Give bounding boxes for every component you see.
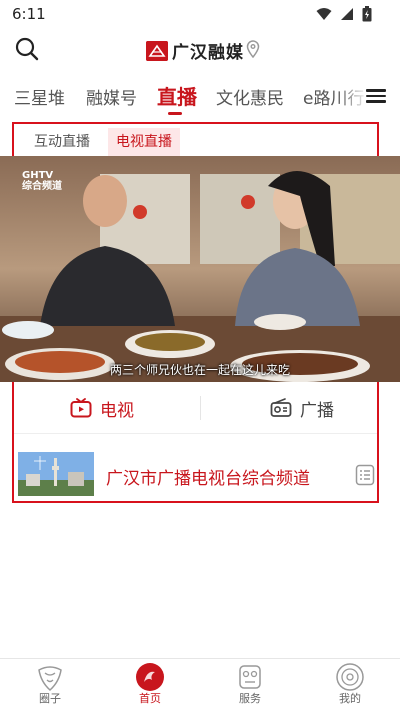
switch-divider (200, 396, 201, 420)
search-button[interactable] (14, 36, 40, 62)
nav-home-label: 首页 (139, 692, 161, 705)
channel-tabs: 三星堆 融媒号 直播 文化惠民 e路川行 (0, 76, 400, 118)
search-icon (15, 37, 39, 61)
signal-icon (341, 8, 353, 20)
tv-switch-label: 电视 (100, 400, 134, 421)
nav-circle[interactable]: 圈子 (0, 659, 100, 711)
nav-service[interactable]: 服务 (200, 659, 300, 711)
app-title: 广汉融媒 (172, 43, 244, 63)
wifi-icon (316, 8, 332, 20)
nav-mine-label: 我的 (339, 692, 361, 705)
watermark-line1: GHTV (22, 170, 54, 181)
status-icons (316, 6, 372, 22)
channel-name: 广汉市广播电视台综合频道 (106, 469, 310, 489)
brand-logo-icon (146, 40, 168, 61)
live-panel: 互动直播 电视直播 GHTV 综合频道 两三个师兄伙也在一起在这儿来吃 电视 广… (0, 122, 400, 503)
channel-menu-button[interactable] (366, 86, 386, 106)
nav-circle-label: 圈子 (39, 692, 61, 705)
radio-icon (270, 398, 292, 417)
media-switch: 电视 广播 (14, 382, 377, 434)
video-player[interactable]: GHTV 综合频道 两三个师兄伙也在一起在这儿来吃 (0, 156, 400, 382)
live-subtabs: 互动直播 电视直播 (26, 128, 180, 156)
tv-switch-button[interactable]: 电视 (70, 382, 134, 434)
channel-thumbnail (18, 452, 94, 496)
profile-icon (336, 663, 364, 691)
menu-icon-line (366, 89, 386, 92)
video-subtitle: 两三个师兄伙也在一起在这儿来吃 (109, 363, 290, 377)
tv-icon (70, 398, 92, 418)
status-time: 6:11 (12, 5, 46, 23)
radio-switch-button[interactable]: 广播 (270, 382, 334, 434)
subtab-interactive-live[interactable]: 互动直播 (26, 128, 98, 156)
channel-watermark: GHTV 综合频道 (22, 170, 62, 192)
home-logo-icon (136, 663, 164, 691)
location-button[interactable] (246, 40, 260, 62)
tabs-fade (338, 76, 368, 116)
nav-mine[interactable]: 我的 (300, 659, 400, 711)
watermark-line2: 综合频道 (22, 181, 62, 192)
tab-culture[interactable]: 文化惠民 (216, 84, 284, 109)
active-tab-indicator (168, 112, 182, 115)
subtab-tv-live[interactable]: 电视直播 (108, 128, 180, 156)
program-list-icon[interactable] (355, 464, 375, 486)
tab-sanxingdui[interactable]: 三星堆 (14, 84, 65, 109)
tab-live[interactable]: 直播 (157, 81, 197, 110)
nav-home[interactable]: 首页 (100, 659, 200, 711)
menu-icon-line (366, 100, 386, 103)
app-header: 广汉融媒 (0, 28, 400, 70)
location-pin-icon (246, 40, 260, 59)
mask-service-icon (239, 665, 261, 689)
tab-rongmeihao[interactable]: 融媒号 (86, 84, 137, 109)
app-brand: 广汉融媒 (146, 38, 244, 63)
radio-switch-label: 广播 (300, 400, 334, 421)
circle-community-icon (38, 666, 62, 692)
bottom-nav: 圈子 首页 服务 我的 (0, 658, 400, 711)
battery-icon (362, 6, 372, 22)
nav-service-label: 服务 (239, 692, 261, 705)
status-bar: 6:11 (0, 0, 400, 28)
menu-icon-line (366, 94, 386, 97)
channel-list-item[interactable]: 广汉市广播电视台综合频道 (14, 436, 377, 502)
